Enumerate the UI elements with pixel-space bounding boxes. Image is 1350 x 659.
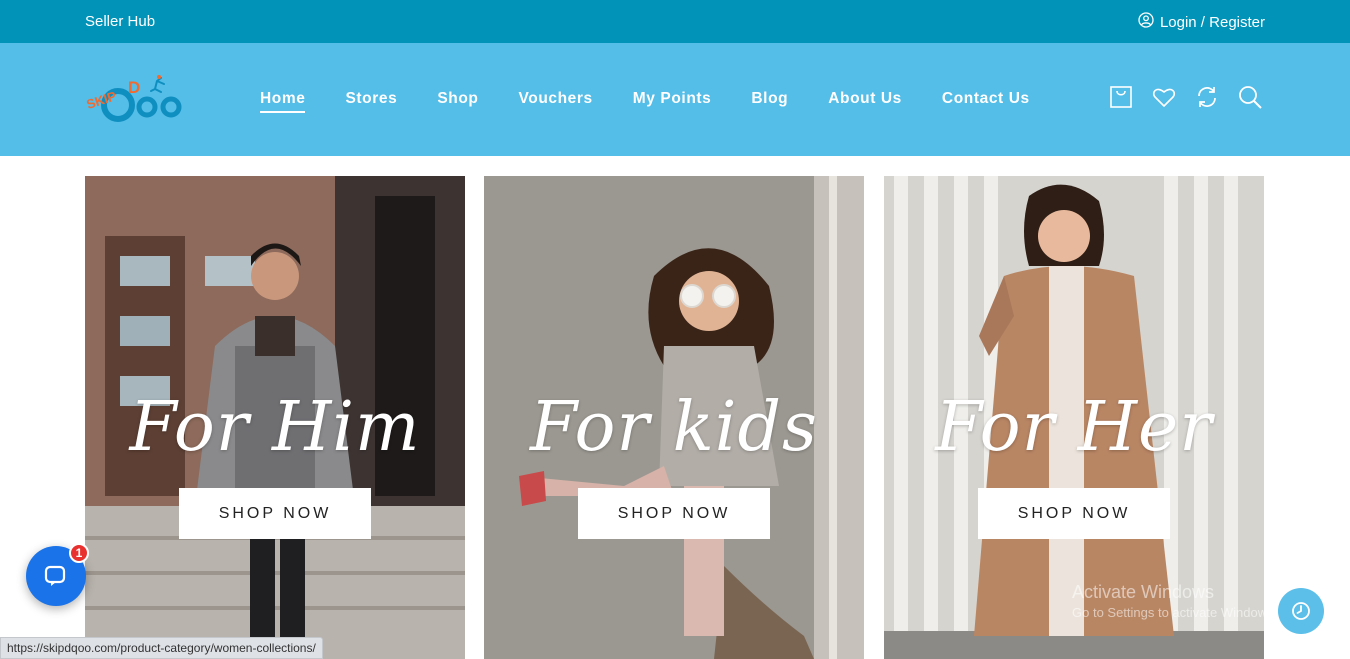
card-title: For Her xyxy=(935,388,1213,467)
status-bar-url: https://skipdqoo.com/product-category/wo… xyxy=(0,637,323,659)
top-bar: Seller Hub Login / Register xyxy=(0,0,1350,43)
activate-windows-watermark: Activate Windows Go to Settings to activ… xyxy=(1072,582,1277,620)
nav-vouchers[interactable]: Vouchers xyxy=(518,90,592,113)
shop-now-button[interactable]: SHOP NOW xyxy=(978,488,1170,539)
history-button[interactable] xyxy=(1278,588,1324,634)
card-for-kids[interactable]: For kids SHOP NOW xyxy=(484,176,864,659)
heart-icon[interactable] xyxy=(1151,84,1177,110)
nav-my-points[interactable]: My Points xyxy=(633,90,712,113)
shop-now-button[interactable]: SHOP NOW xyxy=(578,488,770,539)
search-icon[interactable] xyxy=(1237,84,1263,110)
nav-blog[interactable]: Blog xyxy=(751,90,788,113)
nav-contact-us[interactable]: Contact Us xyxy=(942,90,1030,113)
cart-icon[interactable] xyxy=(1108,84,1134,110)
nav-about-us[interactable]: About Us xyxy=(828,90,902,113)
user-circle-icon xyxy=(1138,12,1154,32)
chat-widget-button[interactable]: 1 xyxy=(26,543,89,606)
svg-text:D: D xyxy=(128,78,140,97)
main-nav: Home Stores Shop Vouchers My Points Blog… xyxy=(260,90,1070,113)
chat-bubble-icon xyxy=(44,565,66,586)
login-register-link[interactable]: Login / Register xyxy=(1138,12,1265,32)
card-title: For kids xyxy=(530,388,818,467)
nav-stores[interactable]: Stores xyxy=(345,90,397,113)
main-header: SKIP D Home Stores Shop Vouchers My Poin… xyxy=(0,43,1350,156)
clock-history-icon xyxy=(1292,602,1310,620)
seller-hub-link[interactable]: Seller Hub xyxy=(85,13,155,30)
nav-home[interactable]: Home xyxy=(260,90,306,113)
watermark-subtitle: Go to Settings to activate Windows. xyxy=(1072,605,1278,620)
watermark-title: Activate Windows xyxy=(1072,582,1215,602)
card-title: For Him xyxy=(129,388,421,467)
compare-icon[interactable] xyxy=(1194,84,1220,110)
site-logo[interactable]: SKIP D xyxy=(85,75,185,125)
card-for-him[interactable]: For Him SHOP NOW xyxy=(85,176,465,659)
login-register-label: Login / Register xyxy=(1159,13,1265,31)
chat-notification-badge: 1 xyxy=(69,543,89,563)
shop-now-button[interactable]: SHOP NOW xyxy=(179,488,371,539)
nav-shop[interactable]: Shop xyxy=(437,90,478,113)
header-icons xyxy=(1108,84,1263,110)
